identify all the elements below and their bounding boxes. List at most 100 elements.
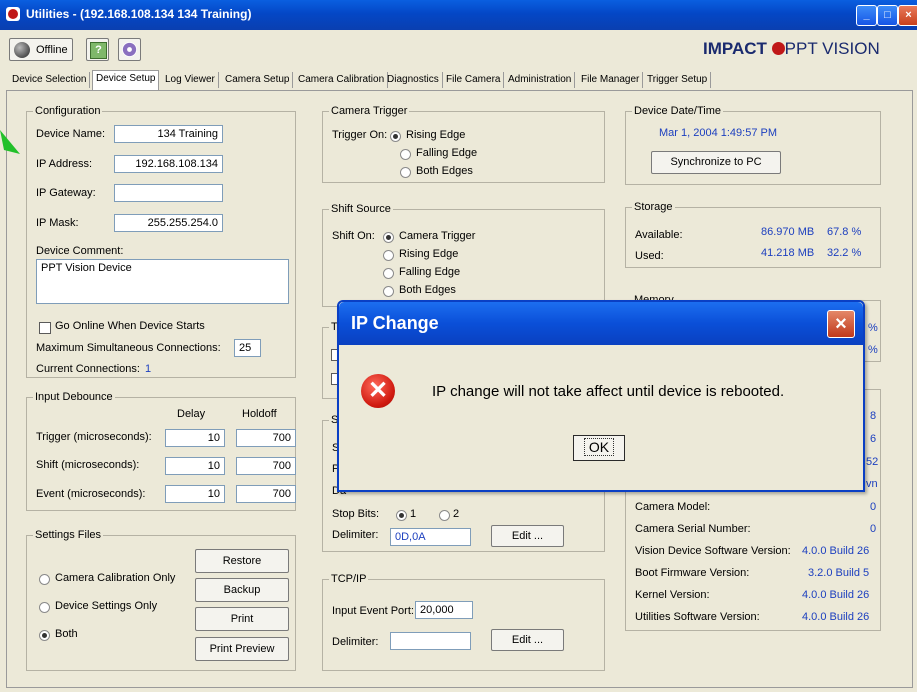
utilities-software-version-label: Utilities Software Version:: [635, 611, 760, 623]
synchronize-to-pc-button[interactable]: Synchronize to PC: [651, 151, 781, 174]
ip-gateway-field[interactable]: [114, 184, 223, 202]
tab-administration[interactable]: Administration: [505, 72, 576, 88]
tab-diagnostics[interactable]: Diagnostics: [384, 72, 443, 88]
shift-falling-edge-radio[interactable]: [383, 268, 394, 279]
storage-available-label: Available:: [635, 229, 683, 241]
trigger-holdoff-field[interactable]: 700: [236, 429, 296, 447]
rising-edge-radio[interactable]: [390, 131, 401, 142]
both-edges-radio[interactable]: [400, 167, 411, 178]
ip-gateway-label: IP Gateway:: [36, 187, 96, 199]
utilities-software-version-value: 4.0.0 Build 26: [802, 611, 870, 623]
device-settings-only-radio[interactable]: [39, 602, 50, 613]
trigger-delay-field[interactable]: 10: [165, 429, 225, 447]
current-connections-value: 1: [145, 363, 152, 375]
memory-pct-2: %: [868, 344, 878, 356]
dialog-title: IP Change: [351, 313, 439, 333]
ip-address-field[interactable]: 192.168.108.134: [114, 155, 223, 173]
storage-available-pct: 67.8 %: [827, 226, 862, 238]
shift-delay-field[interactable]: 10: [165, 457, 225, 475]
version-partial-3: 52: [866, 456, 879, 468]
storage-used-size: 41.218 MB: [761, 247, 815, 259]
camera-calibration-only-radio[interactable]: [39, 574, 50, 585]
tab-file-camera[interactable]: File Camera: [443, 72, 505, 88]
camera-serial-label: Camera Serial Number:: [635, 523, 751, 535]
shift-both-edges-radio[interactable]: [383, 286, 394, 297]
event-holdoff-field[interactable]: 700: [236, 485, 296, 503]
title-bar[interactable]: Utilities - (192.168.108.134 134 Trainin…: [0, 0, 917, 30]
shift-rising-edge-radio[interactable]: [383, 250, 394, 261]
device-settings-only-label: Device Settings Only: [55, 600, 158, 612]
shift-debounce-label: Shift (microseconds):: [36, 459, 140, 471]
shift-camera-trigger-radio[interactable]: [383, 232, 394, 243]
camera-trigger-group: Camera Trigger Trigger On: Rising Edge F…: [322, 105, 605, 183]
ip-mask-field[interactable]: 255.255.254.0: [114, 214, 223, 232]
both-radio[interactable]: [39, 630, 50, 641]
shift-camera-trigger-label: Camera Trigger: [399, 230, 476, 242]
event-debounce-label: Event (microseconds):: [36, 488, 146, 500]
ok-button[interactable]: OK: [573, 435, 625, 461]
shift-source-title: Shift Source: [329, 203, 393, 215]
tab-device-setup[interactable]: Device Setup: [92, 70, 160, 90]
stop-bits-1-radio[interactable]: [396, 510, 407, 521]
close-button[interactable]: ×: [898, 5, 917, 26]
version-partial-1: 8: [870, 410, 877, 422]
serial-edit-button[interactable]: Edit ...: [491, 525, 564, 547]
storage-title: Storage: [632, 201, 675, 213]
brand-logo: IMPACT PPT VISION: [703, 39, 880, 59]
both-edges-label: Both Edges: [416, 165, 473, 177]
device-name-field[interactable]: 134 Training: [114, 125, 223, 143]
configuration-group: Configuration Device Name: 134 Training …: [26, 105, 296, 378]
boot-firmware-version-label: Boot Firmware Version:: [635, 567, 750, 579]
app-icon: [6, 7, 20, 21]
print-button[interactable]: Print: [195, 607, 289, 631]
tab-camera-calibration[interactable]: Camera Calibration: [295, 72, 389, 88]
tab-device-selection[interactable]: Device Selection: [9, 72, 91, 88]
offline-button[interactable]: Offline: [9, 38, 73, 61]
holdoff-header: Holdoff: [242, 408, 277, 420]
trigger-debounce-label: Trigger (microseconds):: [36, 431, 152, 443]
storage-used-pct: 32.2 %: [827, 247, 862, 259]
vision-software-version-label: Vision Device Software Version:: [635, 545, 791, 557]
stop-bits-1-label: 1: [410, 508, 417, 520]
toolbar: Offline ? IMPACT PPT VISION: [0, 30, 917, 68]
backup-button[interactable]: Backup: [195, 578, 289, 602]
tab-camera-setup[interactable]: Camera Setup: [222, 72, 294, 88]
tcpip-delimiter-field[interactable]: [390, 632, 471, 650]
ip-address-label: IP Address:: [36, 158, 93, 170]
max-connections-field[interactable]: 25: [234, 339, 261, 357]
shift-holdoff-field[interactable]: 700: [236, 457, 296, 475]
max-connections-label: Maximum Simultaneous Connections:: [36, 342, 221, 354]
maximize-button[interactable]: □: [877, 5, 898, 26]
delay-header: Delay: [177, 408, 206, 420]
brand-ppt-vision: PPT VISION: [784, 39, 880, 58]
tab-file-manager[interactable]: File Manager: [578, 72, 644, 88]
about-button[interactable]: [118, 38, 141, 61]
tab-log-viewer[interactable]: Log Viewer: [162, 72, 219, 88]
stop-bits-2-label: 2: [453, 508, 460, 520]
version-partial-2: 6: [870, 433, 877, 445]
restore-button[interactable]: Restore: [195, 549, 289, 573]
device-comment-label: Device Comment:: [36, 245, 124, 257]
dialog-close-button[interactable]: ×: [827, 310, 855, 338]
settings-files-group: Settings Files Camera Calibration Only D…: [26, 529, 296, 671]
stop-bits-2-radio[interactable]: [439, 510, 450, 521]
configuration-title: Configuration: [33, 105, 103, 117]
settings-files-title: Settings Files: [33, 529, 104, 541]
print-preview-button[interactable]: Print Preview: [195, 637, 289, 661]
device-comment-field[interactable]: PPT Vision Device: [36, 259, 289, 304]
help-icon: ?: [90, 42, 107, 59]
offline-label: Offline: [36, 44, 68, 56]
serial-delimiter-field[interactable]: 0D,0A: [390, 528, 471, 546]
go-online-checkbox[interactable]: [39, 322, 51, 334]
event-delay-field[interactable]: 10: [165, 485, 225, 503]
minimize-button[interactable]: _: [856, 5, 877, 26]
device-datetime-title: Device Date/Time: [632, 105, 724, 117]
vision-software-version-value: 4.0.0 Build 26: [802, 545, 870, 557]
input-event-port-field[interactable]: 20,000: [415, 601, 473, 619]
device-datetime-group: Device Date/Time Mar 1, 2004 1:49:57 PM …: [625, 105, 881, 185]
help-button[interactable]: ?: [86, 38, 109, 61]
dialog-title-bar[interactable]: IP Change ×: [339, 302, 863, 345]
tcpip-edit-button[interactable]: Edit ...: [491, 629, 564, 651]
tab-trigger-setup[interactable]: Trigger Setup: [644, 72, 712, 88]
falling-edge-radio[interactable]: [400, 149, 411, 160]
